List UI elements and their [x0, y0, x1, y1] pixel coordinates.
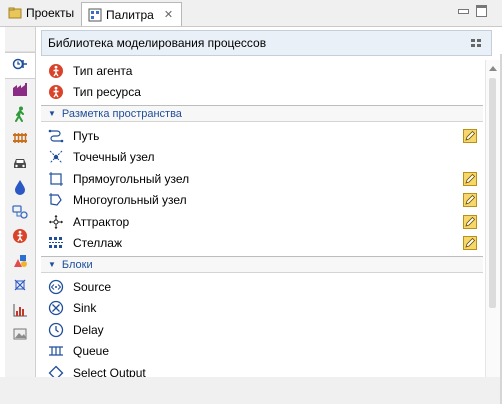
palette-item-resource-type[interactable]: Тип ресурса [41, 82, 483, 104]
section-space-markup[interactable]: ▼ Разметка пространства [41, 105, 483, 122]
rail-icon [12, 130, 28, 149]
sidebar-item-analysis[interactable] [5, 299, 35, 324]
pencil-icon[interactable] [463, 128, 477, 143]
sidebar-item-rail[interactable] [5, 128, 35, 153]
pencil-icon[interactable] [463, 214, 477, 229]
pedestrian-icon [12, 106, 28, 125]
minimize-button[interactable] [456, 5, 470, 17]
polygonal-node-icon [48, 192, 64, 208]
sidebar-item-agent[interactable] [5, 226, 35, 251]
sidebar-item-fluid[interactable] [5, 177, 35, 202]
palette-item-queue[interactable]: Queue [41, 341, 483, 363]
sidebar-item-factory[interactable] [5, 79, 35, 104]
palette-item-list: Тип агента Тип ресурса ▼ Разметка простр… [41, 60, 483, 377]
sidebar-item-pictures[interactable] [5, 324, 35, 349]
scroll-up-arrow-icon[interactable] [489, 66, 497, 71]
palette-category-sidebar [5, 27, 36, 377]
space-markup-icon [12, 277, 28, 296]
attractor-icon [48, 214, 64, 230]
fluid-icon [12, 179, 28, 198]
sidebar-item-agent-based[interactable] [5, 201, 35, 226]
tab-palette-label: Палитра [106, 7, 154, 22]
palette-item-polygonal-node[interactable]: Многоугольный узел [41, 190, 483, 212]
palette-item-sink[interactable]: Sink [41, 298, 483, 320]
sidebar-item-road-traffic[interactable] [5, 152, 35, 177]
palette-item-rect-node[interactable]: Прямоугольный узел [41, 168, 483, 190]
palette-item-delay[interactable]: Delay [41, 319, 483, 341]
projects-icon [8, 6, 22, 20]
palette-item-source[interactable]: Source [41, 276, 483, 298]
sidebar-item-process-modeling[interactable] [5, 52, 35, 79]
tab-projects-label: Проекты [26, 6, 75, 20]
pictures-icon [12, 326, 28, 345]
view-tab-bar: Проекты Палитра ✕ [0, 0, 502, 27]
library-title: Библиотека моделирования процессов [48, 36, 267, 50]
agent-based-icon [12, 204, 28, 223]
palette-item-select-output[interactable]: Select Output [41, 362, 483, 377]
scrollbar-thumb[interactable] [489, 78, 496, 308]
agent-icon [48, 63, 64, 79]
queue-icon [48, 343, 64, 359]
collapse-triangle-icon: ▼ [48, 260, 56, 269]
sidebar-item-pedestrian[interactable] [5, 103, 35, 128]
point-node-icon [48, 149, 64, 165]
agent-icon [48, 84, 64, 100]
library-header[interactable]: Библиотека моделирования процессов [41, 30, 492, 56]
palette-item-path[interactable]: Путь [41, 125, 483, 147]
sink-icon [48, 300, 64, 316]
agent-icon [12, 228, 28, 247]
palette-item-agent-type[interactable]: Тип агента [41, 60, 483, 82]
sidebar-item-space-markup[interactable] [5, 275, 35, 300]
palette-icon [88, 8, 102, 22]
source-icon [48, 279, 64, 295]
rack-icon [48, 235, 64, 251]
tab-palette[interactable]: Палитра ✕ [81, 2, 183, 26]
minimize-icon [457, 8, 469, 14]
pencil-icon[interactable] [463, 193, 477, 208]
process-modeling-icon [12, 56, 28, 75]
presentation-icon [12, 253, 28, 272]
maximize-button[interactable] [474, 5, 488, 17]
close-icon[interactable]: ✕ [164, 8, 173, 21]
factory-icon [12, 81, 28, 100]
car-icon [12, 155, 28, 174]
pencil-icon[interactable] [463, 236, 477, 251]
palette-item-rack[interactable]: Стеллаж [41, 233, 483, 255]
tab-projects[interactable]: Проекты [2, 2, 80, 24]
pencil-icon[interactable] [463, 171, 477, 186]
palette-view: Библиотека моделирования процессов Тип а… [0, 27, 502, 404]
delay-icon [48, 322, 64, 338]
rectangular-node-icon [48, 171, 64, 187]
analysis-icon [12, 302, 28, 321]
palette-item-attractor[interactable]: Аттрактор [41, 211, 483, 233]
maximize-icon [475, 5, 487, 17]
sidebar-item-presentation[interactable] [5, 250, 35, 275]
palette-item-point-node[interactable]: Точечный узел [41, 147, 483, 169]
view-options-icon[interactable] [471, 39, 485, 47]
path-icon [48, 128, 64, 144]
select-output-icon [48, 365, 64, 377]
section-blocks[interactable]: ▼ Блоки [41, 256, 483, 273]
vertical-scrollbar[interactable] [485, 60, 500, 377]
collapse-triangle-icon: ▼ [48, 109, 56, 118]
